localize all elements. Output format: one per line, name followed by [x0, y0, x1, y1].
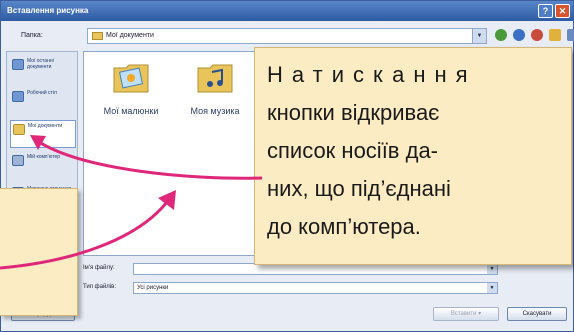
help-button[interactable]: ?	[538, 4, 553, 18]
cancel-button[interactable]: Скасувати	[507, 307, 567, 321]
callout-line: до комп’ютера.	[267, 214, 421, 239]
close-button[interactable]: ✕	[555, 4, 570, 18]
callout-line: Натискання	[267, 62, 477, 87]
insert-button[interactable]: Вставити ▾	[433, 307, 499, 321]
filetype-label: Тип файлів:	[83, 284, 116, 290]
look-in-dropdown[interactable]: Мої документи ▼	[87, 28, 487, 44]
chevron-down-icon[interactable]: ▼	[472, 29, 486, 43]
instruction-callout: Натискання кнопки відкриває список носії…	[254, 47, 572, 265]
up-folder-icon[interactable]	[513, 29, 525, 41]
my-music-folder-icon	[197, 64, 233, 93]
place-label: Мій комп'ютер	[27, 154, 61, 160]
desktop-icon	[12, 91, 24, 102]
filetype-value: Усі рисунки	[137, 285, 169, 291]
dialog-title: Вставлення рисунка	[7, 6, 89, 15]
chevron-down-icon[interactable]: ▼	[487, 283, 497, 293]
file-label: Моя музика	[190, 106, 240, 116]
look-in-value: Мої документи	[106, 32, 154, 39]
look-in-label: Папка:	[21, 32, 43, 39]
file-label: Мої малюнки	[103, 106, 159, 116]
place-label: Мої документи	[28, 123, 63, 129]
delete-icon[interactable]	[531, 29, 543, 41]
place-label: Робочий стіл	[27, 90, 57, 96]
file-item-my-pictures[interactable]: Мої малюнки	[90, 60, 172, 128]
folder-icon	[92, 32, 103, 40]
file-item-my-music[interactable]: Моя музика	[174, 60, 256, 128]
my-pictures-folder-icon	[113, 64, 149, 93]
chevron-down-icon[interactable]: ▼	[487, 264, 497, 274]
my-documents-icon	[13, 124, 25, 135]
callout-line: них, що під’єднані	[267, 176, 451, 201]
back-icon[interactable]	[495, 29, 507, 41]
callout-line: кнопки відкриває	[267, 100, 440, 125]
place-recent-documents[interactable]: Мої останні документи	[10, 56, 76, 84]
place-my-documents[interactable]: Мої документи	[10, 120, 76, 148]
place-desktop[interactable]: Робочий стіл	[10, 88, 76, 116]
toolbar	[495, 29, 574, 43]
my-computer-icon	[12, 155, 24, 166]
views-icon[interactable]	[567, 29, 574, 41]
recent-documents-icon	[12, 59, 24, 70]
title-bar[interactable]: Вставлення рисунка ? ✕	[1, 1, 573, 21]
side-callout-box	[0, 188, 78, 316]
place-my-computer[interactable]: Мій комп'ютер	[10, 152, 76, 180]
filetype-dropdown[interactable]: Усі рисунки ▼	[133, 282, 498, 294]
callout-line: список носіїв да-	[267, 138, 439, 163]
filename-label: Ім'я файлу:	[83, 265, 115, 271]
place-label: Мої останні документи	[27, 58, 54, 70]
new-folder-icon[interactable]	[549, 29, 561, 41]
